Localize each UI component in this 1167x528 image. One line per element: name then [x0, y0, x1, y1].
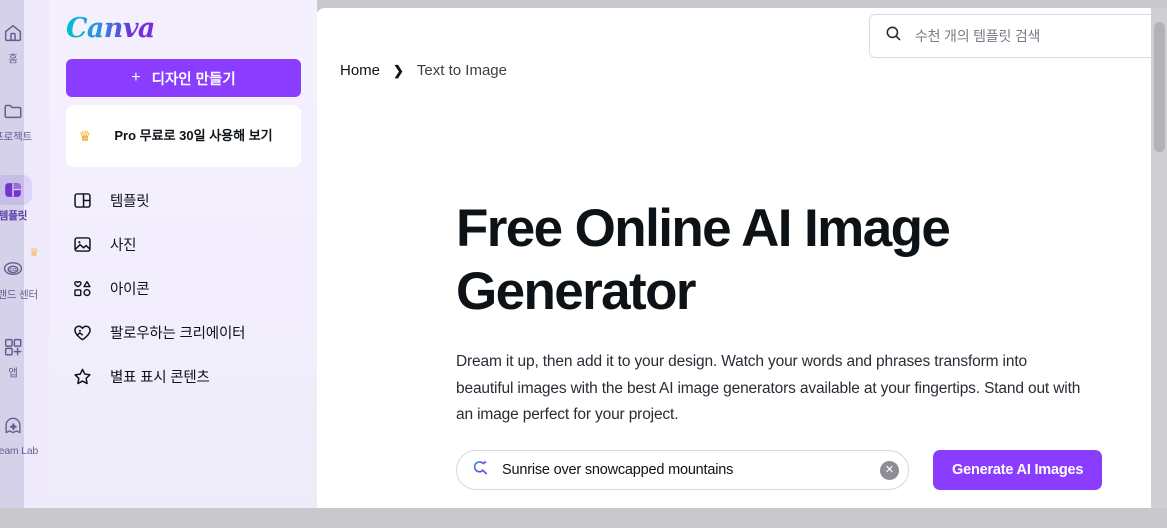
templates-icon: [0, 175, 32, 205]
create-design-label: 디자인 만들기: [151, 71, 236, 88]
sidebar-item-templates[interactable]: 템플릿: [66, 178, 306, 222]
sidebar-nav: 템플릿 사진 아이콘 팔로우하는 크리에이터 별표 표시 콘텐츠: [66, 178, 306, 398]
svg-text:CO: CO: [9, 267, 16, 273]
search-placeholder: 수천 개의 템플릿 검색: [915, 28, 1041, 44]
sidebar-item-photos[interactable]: 사진: [66, 222, 306, 266]
template-panel-icon: [70, 188, 94, 212]
main-content-panel: 수천 개의 템플릿 검색 Home ❯ Text to Image Free O…: [316, 8, 1151, 508]
rail-label-brand-center: 브랜드 센터: [0, 289, 39, 301]
plus-icon: +: [131, 69, 141, 86]
heart-image-icon: [70, 320, 94, 344]
rail-item-dream-lab[interactable]: Dream Lab: [0, 412, 48, 457]
magic-search-icon: [471, 458, 491, 483]
home-icon: [0, 18, 32, 48]
page-title: Free Online AI Image Generator: [456, 199, 951, 321]
generate-ai-images-button[interactable]: Generate AI Images: [933, 450, 1103, 490]
prompt-input[interactable]: Sunrise over snowcapped mountains ✕: [456, 450, 909, 490]
sidebar-item-followed-creators[interactable]: 팔로우하는 크리에이터: [66, 310, 306, 354]
photo-icon: [70, 232, 94, 256]
rail-label-home: 홈: [8, 53, 18, 65]
vertical-scrollbar-thumb[interactable]: [1154, 22, 1165, 152]
rail-item-apps[interactable]: 앱: [0, 332, 48, 380]
brand-center-icon: CO: [0, 254, 32, 284]
shapes-icon: [70, 276, 94, 300]
dream-lab-icon: [0, 412, 32, 442]
clear-prompt-button[interactable]: ✕: [880, 460, 899, 480]
breadcrumb-home[interactable]: Home: [340, 62, 380, 79]
sidebar-label-templates: 템플릿: [110, 193, 150, 210]
canva-logo[interactable]: Canva: [66, 13, 155, 44]
folder-icon: [0, 96, 32, 126]
sidebar-item-icons[interactable]: 아이콘: [66, 266, 306, 310]
rail-label-apps: 앱: [8, 367, 18, 379]
main-content-shell: 수천 개의 템플릿 검색 Home ❯ Text to Image Free O…: [316, 0, 1167, 528]
sidebar-item-starred[interactable]: 별표 표시 콘텐츠: [66, 354, 306, 398]
search-input[interactable]: 수천 개의 템플릿 검색: [869, 14, 1151, 58]
sidebar-label-icons: 아이콘: [110, 281, 150, 298]
rail-item-templates[interactable]: 템플릿: [0, 175, 48, 223]
breadcrumb-current[interactable]: Text to Image: [417, 62, 507, 79]
left-icon-rail: 홈 프로젝트 템플릿 ♛: [0, 0, 49, 528]
canva-app-window: 홈 프로젝트 템플릿 ♛: [0, 0, 1167, 528]
rail-item-home[interactable]: 홈: [0, 18, 48, 66]
crown-icon: ♛: [78, 127, 92, 144]
breadcrumb: Home ❯ Text to Image: [340, 62, 507, 79]
sidebar-label-followed-creators: 팔로우하는 크리에이터: [110, 325, 246, 342]
sidebar-label-photos: 사진: [110, 237, 137, 254]
search-icon: [884, 24, 903, 48]
create-design-button[interactable]: + 디자인 만들기: [66, 59, 301, 97]
chevron-right-icon: ❯: [393, 63, 404, 78]
sidebar-panel: Canva + 디자인 만들기 ♛ Pro 무료로 30일 사용해 보기 템플릿: [49, 0, 317, 528]
apps-icon: [0, 332, 32, 362]
rail-label-dream-lab: Dream Lab: [0, 445, 39, 457]
rail-label-templates: 템플릿: [0, 210, 28, 222]
rail-label-projects: 프로젝트: [0, 131, 32, 143]
pro-trial-label: Pro 무료로 30일 사용해 보기: [114, 127, 273, 143]
rail-item-projects[interactable]: 프로젝트: [0, 96, 48, 144]
rail-item-brand-center[interactable]: ♛ CO 브랜드 센터: [0, 248, 48, 302]
sidebar-label-starred: 별표 표시 콘텐츠: [110, 369, 210, 386]
star-icon: [70, 364, 94, 388]
crown-icon: ♛: [29, 247, 39, 259]
page-description: Dream it up, then add it to your design.…: [456, 353, 1081, 424]
window-bottom-bar: [0, 508, 1167, 528]
prompt-row: Sunrise over snowcapped mountains ✕ Gene…: [456, 450, 1103, 490]
pro-trial-card[interactable]: ♛ Pro 무료로 30일 사용해 보기: [66, 105, 301, 167]
prompt-value: Sunrise over snowcapped mountains: [502, 462, 734, 478]
vertical-scrollbar-track[interactable]: [1151, 8, 1167, 508]
